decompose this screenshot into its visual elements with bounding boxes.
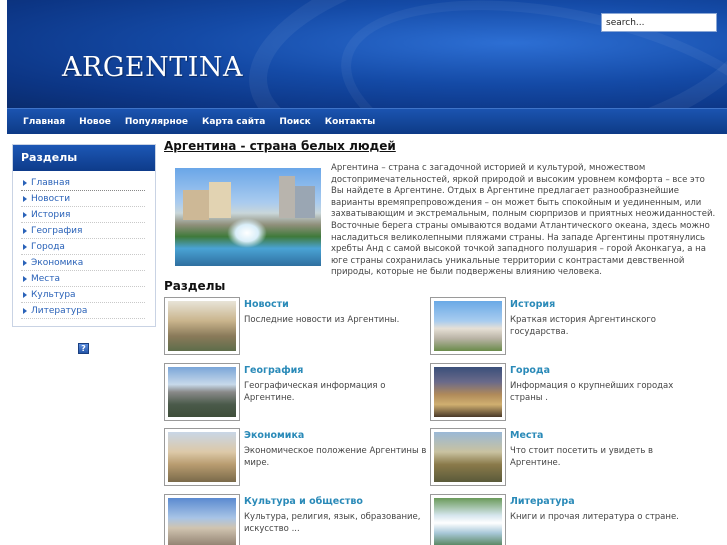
sidebar: Разделы Главная Новости История Географи… [12, 144, 156, 327]
arrow-right-icon [23, 307, 27, 314]
section-card-economy: Экономика Экономическое положение Аргент… [164, 428, 426, 486]
arrow-right-icon [23, 211, 27, 218]
nav-item-sitemap[interactable]: Карта сайта [202, 117, 265, 127]
site-logo[interactable]: ARGENTINA [62, 52, 243, 83]
section-card-places: Места Что стоит посетить и увидеть в Арг… [430, 428, 692, 486]
section-desc: Экономическое положение Аргентины в мире… [244, 446, 427, 468]
section-title[interactable]: Культура и общество [244, 496, 363, 507]
sidebar-item-label: Культура [31, 289, 76, 300]
sidebar-item-label: Новости [31, 193, 71, 204]
nav-item-new[interactable]: Новое [79, 117, 111, 127]
header-banner: ARGENTINA [7, 0, 727, 108]
arrow-right-icon [23, 259, 27, 266]
geography-thumbnail[interactable] [164, 363, 240, 421]
help-icon[interactable]: ? [78, 343, 89, 354]
sidebar-item-literature[interactable]: Литература [21, 303, 145, 319]
sidebar-item-geography[interactable]: География [21, 223, 145, 239]
section-title[interactable]: Экономика [244, 430, 304, 441]
sidebar-item-label: География [31, 225, 83, 236]
sidebar-item-label: Города [31, 241, 65, 252]
sections-heading: Разделы [164, 279, 226, 293]
sidebar-item-label: Главная [31, 177, 70, 188]
sidebar-item-places[interactable]: Места [21, 271, 145, 287]
nav-item-search[interactable]: Поиск [279, 117, 310, 127]
arrow-right-icon [23, 179, 27, 186]
page-title[interactable]: Аргентина - страна белых людей [164, 139, 396, 153]
section-desc: Краткая история Аргентинского государств… [510, 315, 657, 337]
section-card-cities: Города Информация о крупнейших городах с… [430, 363, 692, 421]
nav-item-popular[interactable]: Популярное [125, 117, 188, 127]
section-card-news: Новости Последние новости из Аргентины. [164, 297, 426, 355]
section-desc: Географическая информация о Аргентине. [244, 381, 386, 403]
section-desc: Что стоит посетить и увидеть в Аргентине… [510, 446, 654, 468]
section-title[interactable]: География [244, 365, 303, 376]
sidebar-menu: Главная Новости История География Города… [13, 171, 155, 319]
sidebar-item-label: Экономика [31, 257, 84, 268]
arrow-right-icon [23, 275, 27, 282]
culture-thumbnail[interactable] [164, 494, 240, 545]
section-card-culture: Культура и общество Культура, религия, я… [164, 494, 426, 545]
section-title[interactable]: История [510, 299, 555, 310]
section-title[interactable]: Города [510, 365, 550, 376]
sidebar-item-news[interactable]: Новости [21, 191, 145, 207]
hero-image [175, 168, 321, 266]
top-nav: Главная Новое Популярное Карта сайта Пои… [7, 108, 727, 134]
sidebar-title: Разделы [13, 145, 155, 171]
search-input[interactable] [601, 13, 717, 32]
nav-item-contacts[interactable]: Контакты [325, 117, 376, 127]
section-title[interactable]: Места [510, 430, 543, 441]
news-thumbnail[interactable] [164, 297, 240, 355]
arrow-right-icon [23, 195, 27, 202]
sidebar-item-cities[interactable]: Города [21, 239, 145, 255]
sidebar-item-history[interactable]: История [21, 207, 145, 223]
section-desc: Культура, религия, язык, образование, ис… [244, 512, 421, 534]
section-card-literature: Литература Книги и прочая литература о с… [430, 494, 692, 545]
sidebar-item-culture[interactable]: Культура [21, 287, 145, 303]
sidebar-item-economy[interactable]: Экономика [21, 255, 145, 271]
history-thumbnail[interactable] [430, 297, 506, 355]
nav-item-home[interactable]: Главная [23, 117, 65, 127]
places-thumbnail[interactable] [430, 428, 506, 486]
sidebar-item-home[interactable]: Главная [21, 175, 145, 191]
economy-thumbnail[interactable] [164, 428, 240, 486]
section-desc: Книги и прочая литература о стране. [510, 512, 679, 522]
sidebar-item-label: История [31, 209, 71, 220]
literature-thumbnail[interactable] [430, 494, 506, 545]
arrow-right-icon [23, 227, 27, 234]
cities-thumbnail[interactable] [430, 363, 506, 421]
intro-text: Аргентина – страна с загадочной историей… [331, 163, 716, 278]
section-card-geography: География Географическая информация о Ар… [164, 363, 426, 421]
section-title[interactable]: Литература [510, 496, 575, 507]
sidebar-item-label: Места [31, 273, 61, 284]
sidebar-item-label: Литература [31, 305, 88, 316]
section-desc: Информация о крупнейших городах страны . [510, 381, 674, 403]
section-title[interactable]: Новости [244, 299, 289, 310]
arrow-right-icon [23, 243, 27, 250]
section-desc: Последние новости из Аргентины. [244, 315, 400, 325]
section-card-history: История Краткая история Аргентинского го… [430, 297, 692, 355]
arrow-right-icon [23, 291, 27, 298]
